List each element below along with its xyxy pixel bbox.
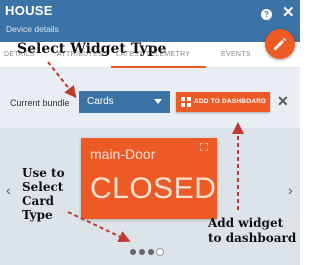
carousel-next-button[interactable]: › [288,182,293,198]
bundle-select-value: Cards [87,96,114,107]
annotation-line: to dashboard [208,231,297,245]
widget-card-preview[interactable]: main-Door CLOSED [81,138,217,219]
carousel-dot[interactable] [139,249,145,255]
carousel-dot[interactable] [157,249,163,255]
current-bundle-label: Current bundle [10,98,70,108]
annotation-line: Use to [22,166,65,180]
device-subtitle: Device details [6,24,59,34]
annotation-line: Select [22,180,64,194]
annotation-select-widget: Select Widget Type [17,41,167,57]
help-icon[interactable]: ? [261,9,272,20]
annotation-line: Add widget [208,216,284,230]
device-title: HOUSE [5,3,53,18]
edit-button[interactable] [265,29,295,59]
widget-card-value: CLOSED [90,172,217,205]
grid-icon [181,97,191,107]
tab-events[interactable]: EVENTS [221,51,251,58]
add-to-dashboard-label: ADD TO DASHBOARD [194,98,267,105]
annotation-line: Type [22,208,53,222]
carousel-dot[interactable] [130,249,136,255]
annotation-line: Card [22,194,55,208]
carousel-prev-button[interactable]: ‹ [6,182,11,198]
add-to-dashboard-button[interactable]: ADD TO DASHBOARD [176,92,270,112]
annotation-select-card: Use to Select Card Type [22,166,65,222]
widget-card-title: main-Door [90,146,156,162]
fullscreen-icon[interactable] [200,143,208,151]
chevron-down-icon [154,99,162,104]
device-header: HOUSE Device details ? ✕ [0,0,300,42]
annotation-add-widget: Add widget to dashboard [208,216,296,246]
pencil-icon [274,38,286,50]
close-details-button[interactable]: ✕ [282,5,295,20]
bundle-select[interactable]: Cards [79,91,170,113]
close-bundle-button[interactable]: ✕ [277,93,289,110]
carousel-dot[interactable] [148,249,154,255]
